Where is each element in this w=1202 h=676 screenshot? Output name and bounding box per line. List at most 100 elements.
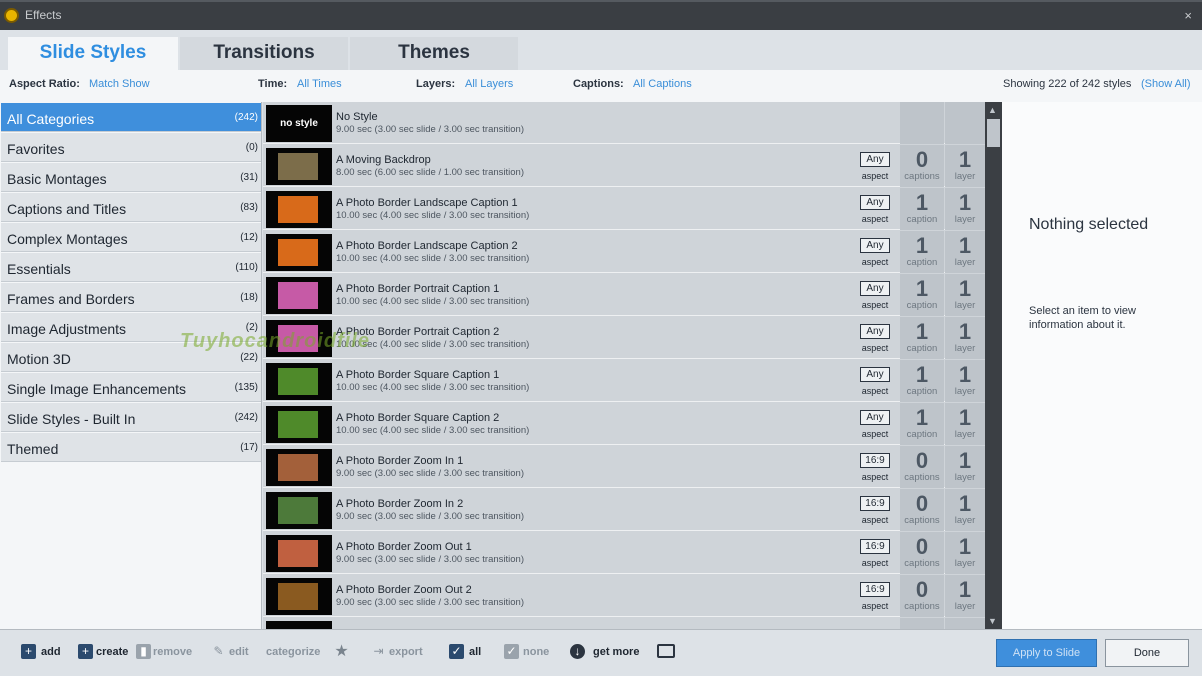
layers-label: layer <box>954 257 976 268</box>
time-label: Time: <box>258 78 288 90</box>
style-row[interactable]: no style No Style 9.00 sec (3.00 sec slide… <box>263 102 985 144</box>
category-count: (31) <box>240 172 258 183</box>
aspect-label: aspect <box>861 257 889 267</box>
category-item[interactable]: Frames and Borders (18) <box>1 283 261 312</box>
scroll-thumb[interactable] <box>987 119 1000 147</box>
edit-button[interactable]: edit <box>229 646 249 658</box>
cloud-download-icon[interactable]: ↓ <box>570 644 585 659</box>
aspect-label: aspect <box>861 386 889 396</box>
add-button[interactable]: add <box>41 646 61 658</box>
check-all-icon[interactable]: ✓ <box>449 644 464 659</box>
style-duration: 10.00 sec (4.00 sec slide / 3.00 sec tra… <box>336 296 530 307</box>
effects-window: Effects × Slide Styles Transitions Theme… <box>0 0 1202 676</box>
select-none-button[interactable]: none <box>523 646 549 658</box>
category-item[interactable]: Single Image Enhancements (135) <box>1 373 261 402</box>
category-label: Favorites <box>7 141 65 157</box>
layers-cell: 1 layer <box>945 575 985 617</box>
scroll-up-icon[interactable]: ▲ <box>988 105 997 115</box>
category-item[interactable]: Basic Montages (31) <box>1 163 261 192</box>
captions-label: caption <box>906 343 938 354</box>
tab-slide-styles[interactable]: Slide Styles <box>8 37 178 70</box>
category-item[interactable]: Slide Styles - Built In (242) <box>1 403 261 432</box>
style-row[interactable]: A Photo Border Zoom Out 1 9.00 sec (3.00 … <box>263 532 985 574</box>
aspect-badge: Any <box>860 410 890 425</box>
layers-count: 1 <box>958 233 972 258</box>
create-icon[interactable]: + <box>78 644 93 659</box>
style-row[interactable]: A Photo Border Zoom Out 2 9.00 sec (3.00 … <box>263 575 985 617</box>
window-icon[interactable] <box>657 644 675 658</box>
select-all-button[interactable]: all <box>469 646 481 658</box>
category-item[interactable]: Themed (17) <box>1 433 261 462</box>
category-item[interactable]: All Categories (242) <box>1 103 261 132</box>
style-row-partial[interactable] <box>263 618 985 629</box>
apply-to-slide-button[interactable]: Apply to Slide <box>996 639 1097 667</box>
style-row[interactable]: A Moving Backdrop 8.00 sec (6.00 sec slid… <box>263 145 985 187</box>
trash-icon[interactable]: ▮ <box>136 644 151 659</box>
export-icon[interactable]: ⇥ <box>371 644 386 659</box>
style-name: A Photo Border Zoom In 1 <box>336 455 464 467</box>
style-row[interactable]: A Photo Border Landscape Caption 1 10.00 … <box>263 188 985 230</box>
captions-cell: 1 caption <box>900 231 944 273</box>
captions-filter[interactable]: All Captions <box>633 78 692 90</box>
style-row[interactable]: A Photo Border Square Caption 2 10.00 sec… <box>263 403 985 445</box>
pencil-icon[interactable]: ✎ <box>211 644 226 659</box>
style-duration: 9.00 sec (3.00 sec slide / 3.00 sec tran… <box>336 554 524 565</box>
style-name: A Photo Border Zoom Out 2 <box>336 584 472 596</box>
star-icon[interactable]: ★ <box>334 644 349 660</box>
style-row[interactable]: A Photo Border Portrait Caption 2 10.00 s… <box>263 317 985 359</box>
aspect-label: aspect <box>861 472 889 482</box>
thumbnail-photo <box>278 540 318 567</box>
export-button[interactable]: export <box>389 646 423 658</box>
add-icon[interactable]: + <box>21 644 36 659</box>
watermark: Tuyhocandroidfile <box>180 330 370 352</box>
layers-cell: 1 layer <box>945 317 985 359</box>
style-duration: 9.00 sec (3.00 sec slide / 3.00 sec tran… <box>336 124 524 135</box>
done-button[interactable]: Done <box>1105 639 1189 667</box>
layers-cell <box>945 102 985 144</box>
get-more-button[interactable]: get more <box>593 646 639 658</box>
category-item[interactable]: Essentials (110) <box>1 253 261 282</box>
remove-button[interactable]: remove <box>153 646 192 658</box>
category-sidebar: All Categories (242) Favorites (0) Basic Mon… <box>0 102 262 629</box>
category-item[interactable]: Captions and Titles (83) <box>1 193 261 222</box>
style-row[interactable]: A Photo Border Square Caption 1 10.00 sec… <box>263 360 985 402</box>
captions-cell <box>900 618 944 629</box>
info-panel: Nothing selected Select an item to view … <box>1002 102 1202 629</box>
show-all-link[interactable]: (Show All) <box>1141 78 1191 90</box>
categorize-button[interactable]: categorize <box>266 646 320 658</box>
tab-transitions[interactable]: Transitions <box>180 37 348 70</box>
close-icon[interactable]: × <box>1184 8 1192 23</box>
style-name: A Moving Backdrop <box>336 154 431 166</box>
thumbnail-photo <box>278 583 318 610</box>
layers-cell: 1 layer <box>945 360 985 402</box>
style-list: no style No Style 9.00 sec (3.00 sec slide… <box>263 102 985 629</box>
layers-filter[interactable]: All Layers <box>465 78 513 90</box>
aspect-badge: Any <box>860 195 890 210</box>
category-item[interactable]: Favorites (0) <box>1 133 261 162</box>
captions-label: captions <box>904 472 940 483</box>
category-item[interactable]: Complex Montages (12) <box>1 223 261 252</box>
aspect-label: aspect <box>861 300 889 310</box>
tab-themes[interactable]: Themes <box>350 37 518 70</box>
list-scrollbar[interactable]: ▲ ▼ <box>985 102 1002 629</box>
style-row[interactable]: A Photo Border Zoom In 2 9.00 sec (3.00 s… <box>263 489 985 531</box>
style-row[interactable]: A Photo Border Landscape Caption 2 10.00 … <box>263 231 985 273</box>
captions-cell: 1 caption <box>900 403 944 445</box>
thumbnail-photo <box>278 368 318 395</box>
captions-count: 1 <box>915 233 929 258</box>
aspect-ratio-filter[interactable]: Match Show <box>89 78 150 90</box>
layers-count: 1 <box>958 405 972 430</box>
style-duration: 10.00 sec (4.00 sec slide / 3.00 sec tra… <box>336 210 530 221</box>
style-row[interactable]: A Photo Border Zoom In 1 9.00 sec (3.00 s… <box>263 446 985 488</box>
style-duration: 8.00 sec (6.00 sec slide / 1.00 sec tran… <box>336 167 524 178</box>
captions-cell <box>900 102 944 144</box>
style-row[interactable]: A Photo Border Portrait Caption 1 10.00 s… <box>263 274 985 316</box>
scroll-down-icon[interactable]: ▼ <box>988 616 997 626</box>
thumbnail-photo <box>278 411 318 438</box>
style-thumbnail <box>266 578 332 615</box>
create-button[interactable]: create <box>96 646 128 658</box>
captions-label: caption <box>906 429 938 440</box>
check-none-icon[interactable]: ✓ <box>504 644 519 659</box>
layers-count: 1 <box>958 534 972 559</box>
time-filter[interactable]: All Times <box>297 78 342 90</box>
